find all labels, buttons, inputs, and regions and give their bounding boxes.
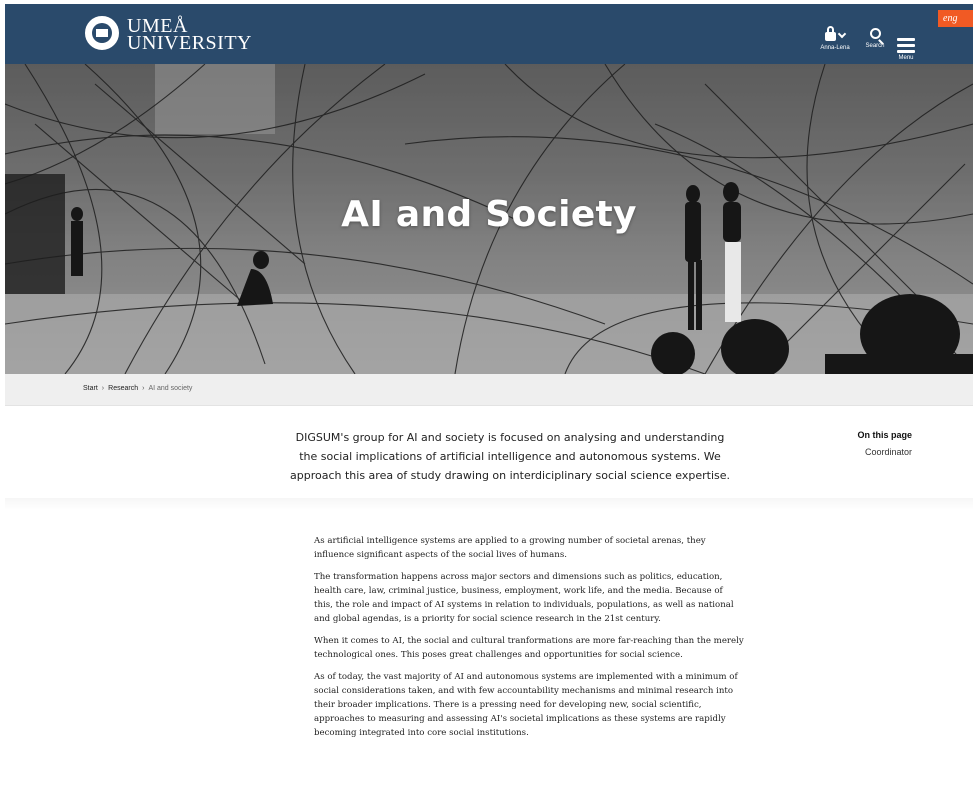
hamburger-menu-icon [897, 38, 915, 53]
university-wordmark[interactable]: UMEÅ UNIVERSITY [127, 16, 252, 54]
on-this-page-title: On this page [857, 430, 912, 440]
login-label: Anna-Lena [820, 45, 850, 51]
breadcrumb-separator-icon: › [142, 385, 145, 392]
body-paragraph: As of today, the vast majority of AI and… [314, 672, 738, 738]
body-paragraph: When it comes to AI, the social and cult… [314, 636, 744, 660]
site-header: UMEÅ UNIVERSITY Anna-Lena Search Menu [5, 4, 973, 64]
lock-icon [825, 26, 836, 41]
language-switch-tab[interactable]: eng [938, 10, 973, 27]
menu-label: Menu [898, 55, 914, 61]
toc-link-coordinator[interactable]: Coordinator [790, 447, 912, 457]
page-title: AI and Society [341, 194, 637, 235]
university-seal-logo[interactable] [85, 16, 119, 50]
intro-divider [5, 498, 973, 510]
login-button[interactable]: Anna-Lena [818, 26, 852, 51]
on-this-page: On this page Coordinator [790, 430, 912, 457]
menu-button[interactable]: Menu [893, 38, 919, 61]
breadcrumb-research[interactable]: Research [108, 385, 138, 392]
article-body: As artificial intelligence systems are a… [314, 534, 744, 748]
breadcrumb: Start › Research › AI and society [83, 385, 192, 392]
intro-text: DIGSUM's group for AI and society is foc… [290, 431, 730, 482]
logo-line-2: UNIVERSITY [127, 32, 252, 54]
body-paragraph: The transformation happens across major … [314, 572, 734, 624]
breadcrumb-separator-icon: › [101, 385, 105, 392]
search-button[interactable]: Search [860, 26, 890, 49]
body-paragraph: As artificial intelligence systems are a… [314, 536, 706, 560]
hero-banner: AI and Society [5, 64, 973, 374]
breadcrumb-current: AI and society [148, 385, 193, 392]
breadcrumb-start[interactable]: Start [83, 385, 98, 392]
search-label: Search [865, 43, 885, 49]
search-icon [869, 28, 881, 39]
breadcrumb-bar: Start › Research › AI and society [5, 374, 973, 406]
chevron-down-icon [837, 29, 847, 39]
